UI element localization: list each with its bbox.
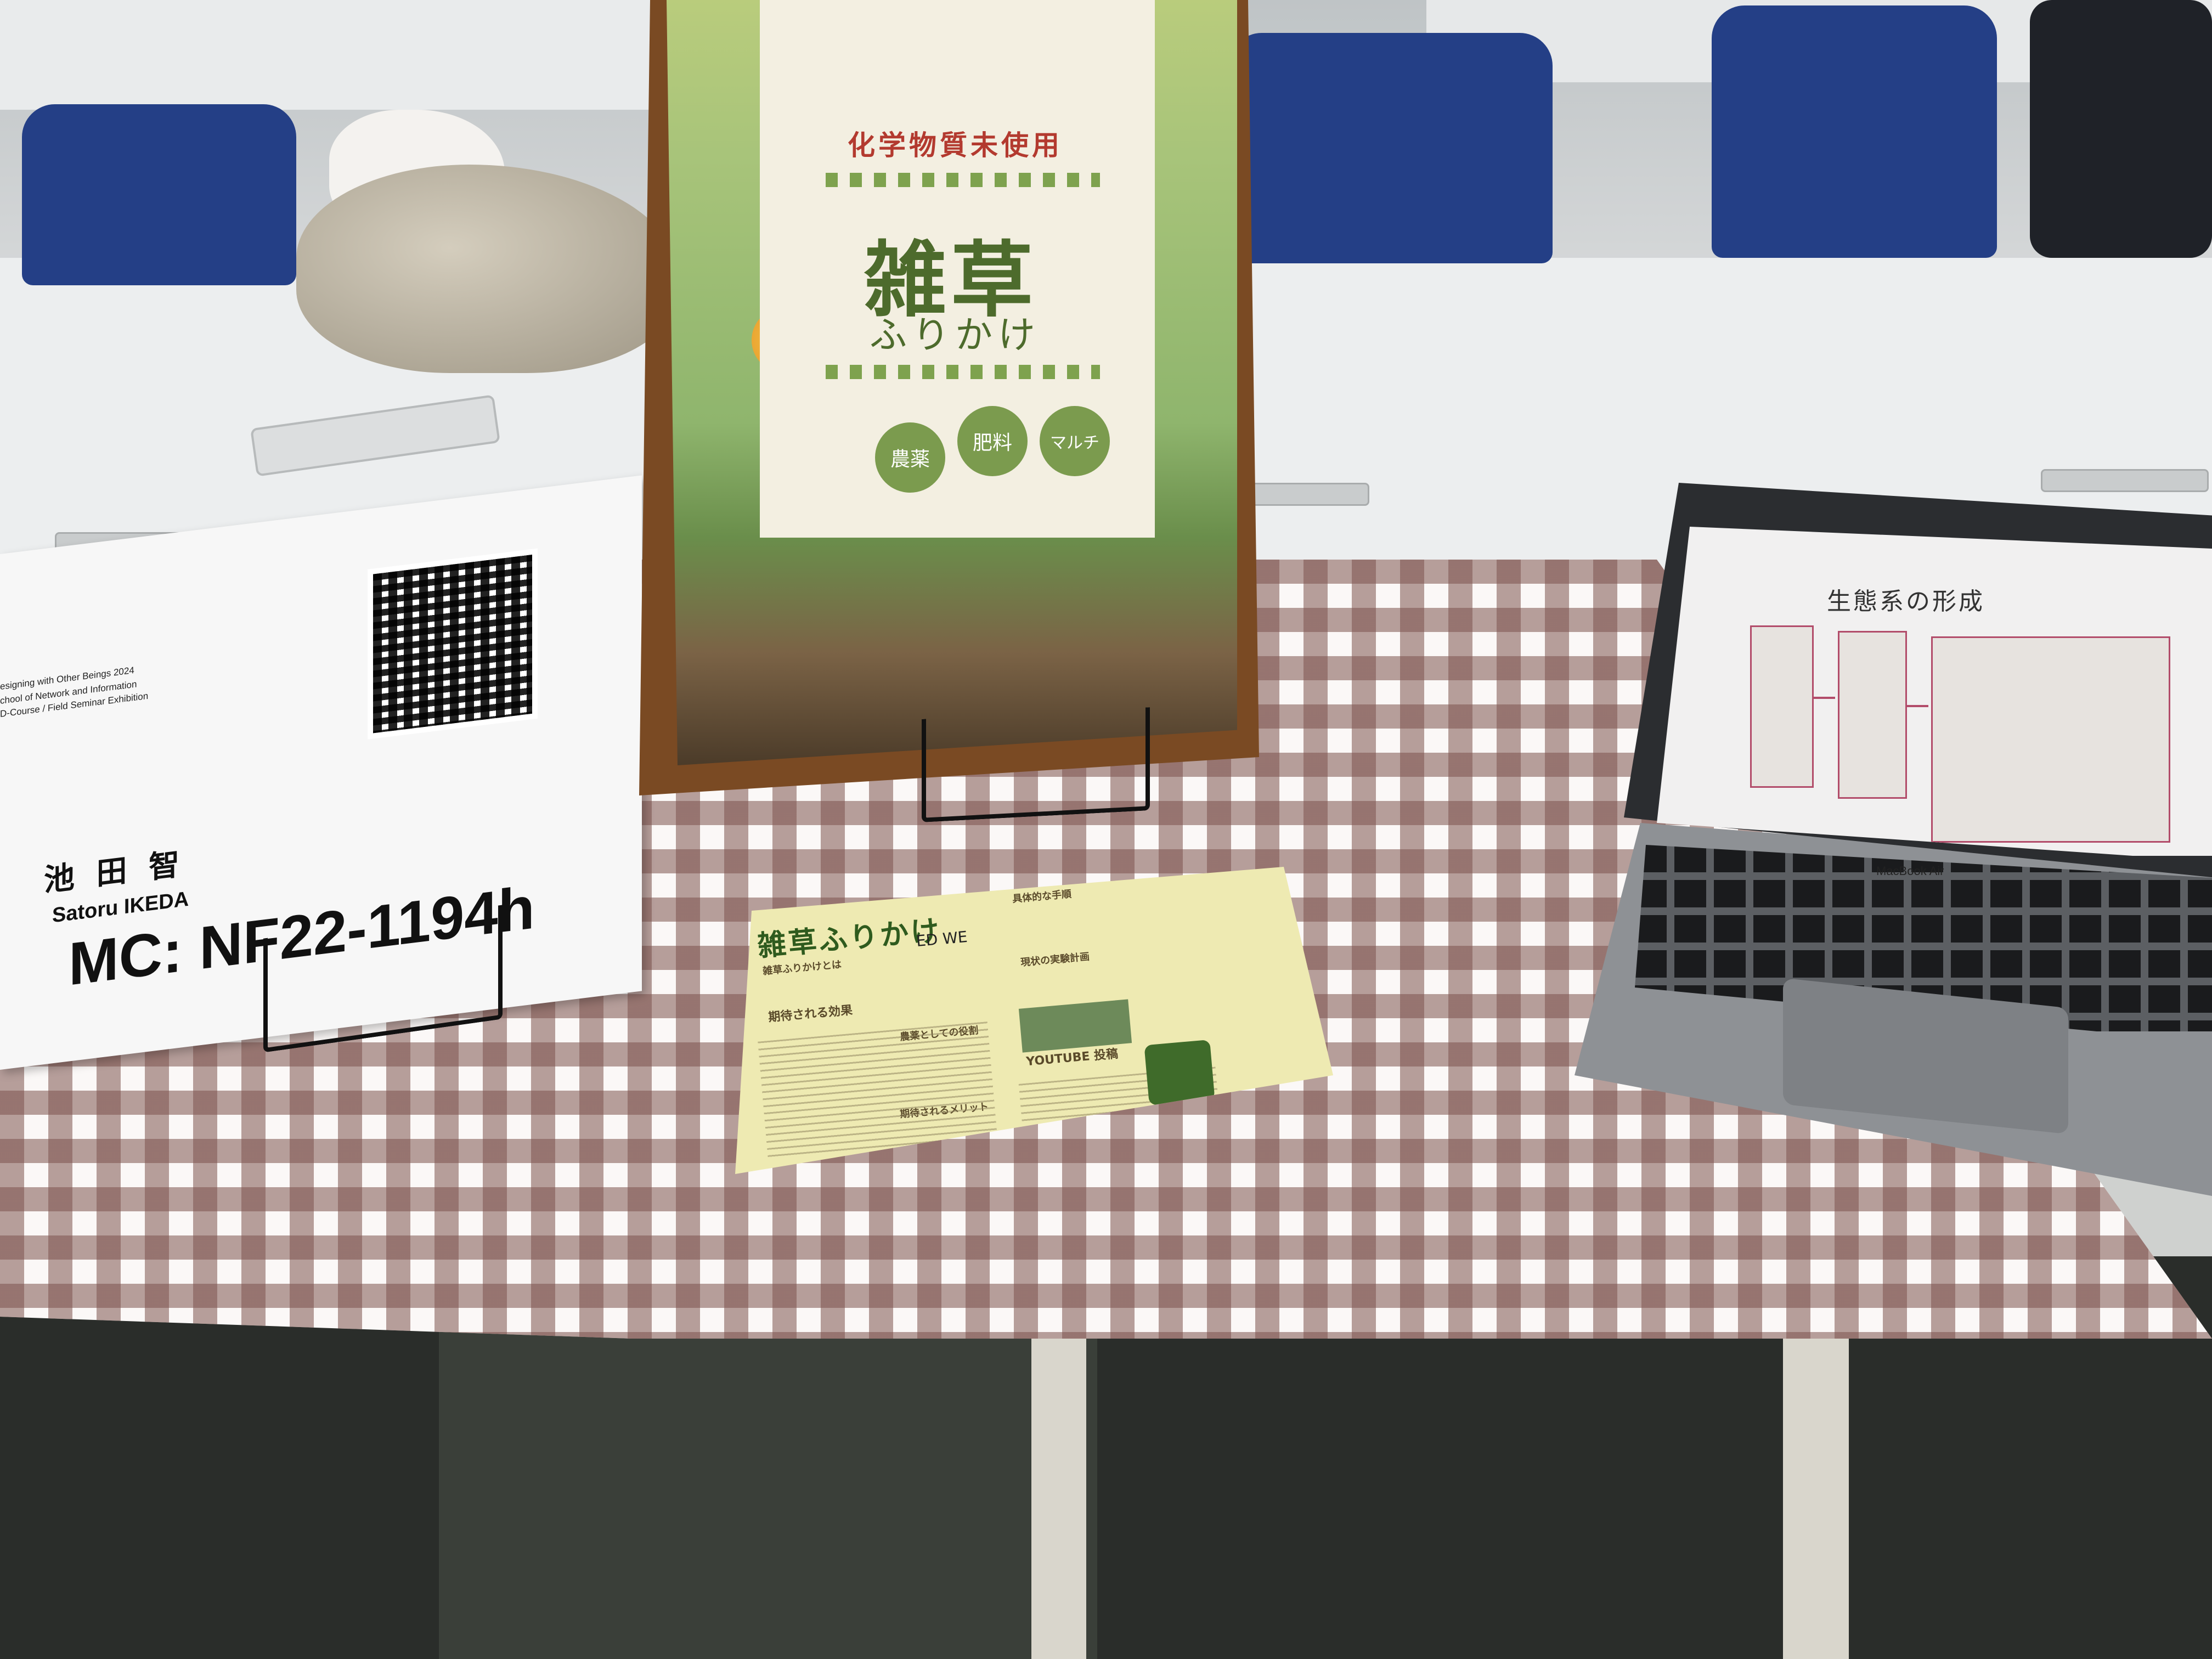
laptop-brand: MacBook Air bbox=[1876, 864, 1944, 878]
dark-chair bbox=[2030, 0, 2212, 258]
desk-outlet-3 bbox=[2041, 469, 2209, 492]
arrow-icon-2 bbox=[1906, 705, 1928, 707]
table-leg-right bbox=[1783, 1317, 1849, 1659]
qr-code[interactable] bbox=[368, 548, 538, 740]
plants-image bbox=[1750, 625, 1814, 788]
blue-chair-center bbox=[1229, 33, 1553, 263]
brochure-section-effect: 期待される効果 bbox=[768, 1003, 854, 1025]
back-desk-left bbox=[0, 0, 713, 110]
triangle-border-top bbox=[826, 173, 1100, 187]
arrow-icon bbox=[1813, 697, 1835, 699]
youtube-icon bbox=[1144, 1039, 1215, 1106]
poster-tagline: 化学物質未使用 bbox=[848, 129, 1063, 161]
brochure-section-method: 具体的な手順 bbox=[1012, 888, 1072, 905]
insects-image bbox=[1838, 631, 1907, 799]
badge-pesticide: 農薬 bbox=[875, 422, 945, 493]
poster-panel: 化学物質未使用 雑草 ふりかけ 農薬 肥料 マルチ bbox=[760, 0, 1155, 538]
poster-subtitle: ふりかけ bbox=[870, 314, 1041, 357]
table-leg bbox=[1031, 1306, 1086, 1659]
badge-fertilizer: 肥料 bbox=[957, 406, 1028, 476]
triangle-border-bottom bbox=[826, 365, 1100, 379]
brochure-title: 雑草ふりかけ bbox=[756, 914, 943, 963]
brochure-section-plan: 現状の実験計画 bbox=[1020, 951, 1090, 969]
slide-title: 生態系の形成 bbox=[1827, 588, 1985, 616]
laptop-screen[interactable]: 生態系の形成 bbox=[1657, 527, 2212, 856]
brochure-logo: ED WE bbox=[915, 927, 968, 951]
lizard-image bbox=[1931, 636, 2170, 843]
badge-mulch: マルチ bbox=[1040, 406, 1110, 476]
blue-chair-right bbox=[1712, 5, 1997, 258]
frame-stand bbox=[922, 707, 1150, 822]
under-table bbox=[439, 1284, 1097, 1659]
blue-chair-left bbox=[22, 104, 296, 285]
